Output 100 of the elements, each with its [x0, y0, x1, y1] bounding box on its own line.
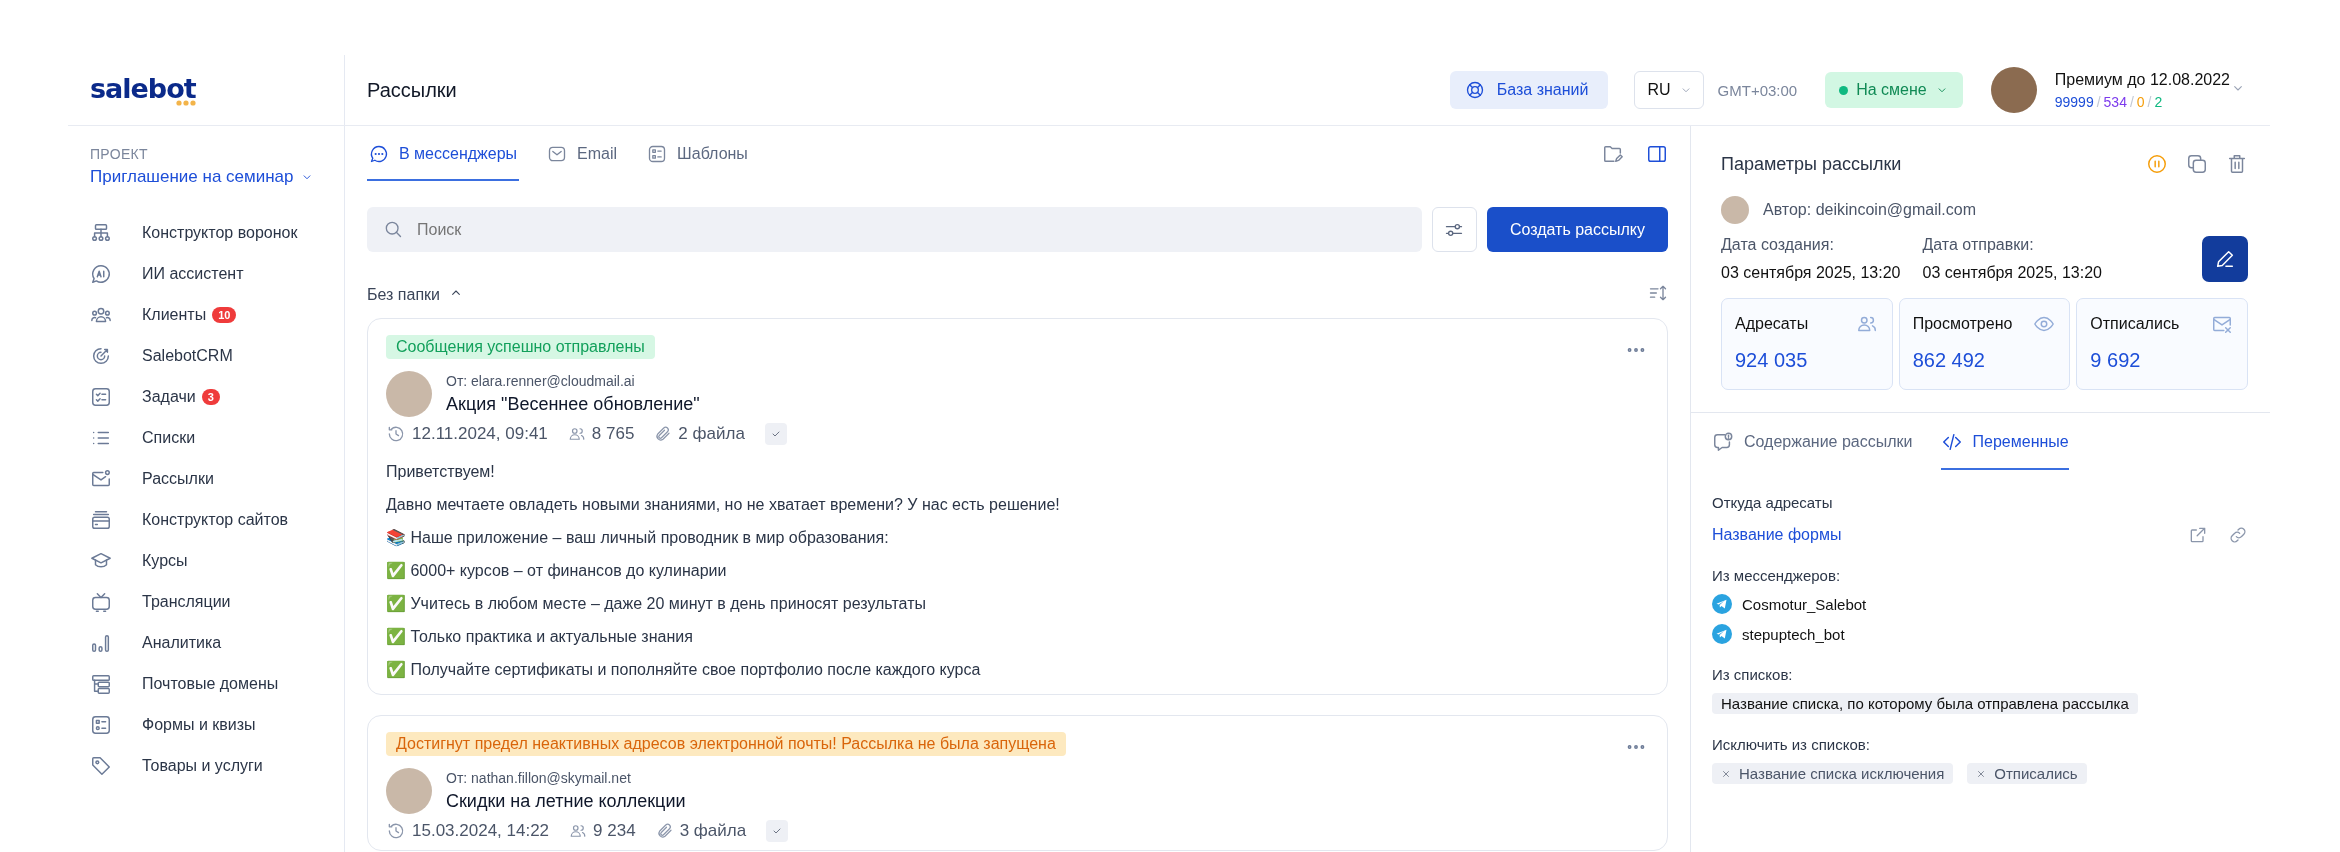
- exclusion-tag: Название списка исключения: [1712, 763, 1954, 784]
- avatar[interactable]: [1990, 67, 2037, 113]
- pause-icon[interactable]: [2146, 153, 2168, 175]
- message-line: ✅ Только практика и актуальные знания: [386, 626, 694, 647]
- sidebar-item[interactable]: Конструктор воронок: [90, 212, 344, 253]
- exclusion-tag: Отписались: [1967, 763, 2087, 784]
- campaign-title[interactable]: Скидки на летние коллекции: [446, 791, 686, 812]
- tab[interactable]: Шаблоны: [645, 126, 750, 181]
- copy-icon[interactable]: [2186, 153, 2208, 175]
- campaign-title[interactable]: Акция "Весеннее обновление": [446, 394, 700, 415]
- stat-label: Просмотрено: [1912, 315, 2013, 333]
- timezone-label: GMT+03:00: [1717, 81, 1798, 99]
- logo[interactable]: salebot: [90, 74, 196, 102]
- check-button[interactable]: [764, 423, 787, 445]
- close-icon[interactable]: [1976, 768, 1987, 779]
- paper-plane-icon: [1712, 624, 1732, 644]
- tab[interactable]: Содержание рассылки: [1712, 413, 1913, 470]
- sidebar-item[interactable]: Клиенты 10: [90, 294, 344, 335]
- sidebar-item[interactable]: SalebotCRM: [90, 335, 344, 376]
- create-campaign-button[interactable]: Создать рассылку: [1486, 207, 1668, 252]
- separator: /: [2129, 93, 2134, 110]
- section-label: Из списков:: [1712, 666, 1794, 683]
- ai-chat-icon: [90, 262, 112, 285]
- people-icon: [567, 425, 586, 443]
- sidebar-item[interactable]: Почтовые домены: [90, 663, 344, 704]
- tab[interactable]: Email: [545, 126, 620, 181]
- paperclip-icon: [654, 425, 673, 443]
- count-badge: 10: [212, 306, 237, 323]
- stat-label: Адресаты: [1735, 315, 1809, 333]
- sidebar-item[interactable]: Списки: [90, 417, 344, 458]
- project-selector[interactable]: Приглашение на семинар: [90, 166, 322, 188]
- chat-alert-icon: [1712, 430, 1734, 453]
- page-title: Рассылки: [367, 78, 458, 102]
- paperclip-icon: [655, 822, 674, 840]
- author-email: Автор: deikincoin@gmail.com: [1763, 201, 1976, 219]
- tab[interactable]: В мессенджеры: [367, 126, 520, 181]
- sidebar-item[interactable]: ИИ ассистент: [90, 253, 344, 294]
- message-line: ✅ 6000+ курсов – от финансов до кулинарии: [386, 560, 728, 581]
- message-line: 📚 Наше приложение – ваш личный проводник в мир образования:: [386, 528, 890, 548]
- sidebar-item[interactable]: Формы и квизы: [90, 704, 344, 745]
- sort-icon[interactable]: [1648, 283, 1668, 303]
- status-badge: Достигнут предел неактивных адресов электронной почты! Рассылка не была запущена: [386, 732, 1066, 756]
- stat-value: 924 035: [1735, 349, 1809, 372]
- sidebar-item[interactable]: Конструктор сайтов: [90, 499, 344, 540]
- message-line: Давно мечтаете овладеть новыми знаниями, но не хватает времени? У нас есть решение!: [386, 495, 1061, 515]
- message-line: ✅ Получайте сертификаты и пополняйте свое портфолио после каждого курса: [386, 659, 982, 680]
- message-line: ✅ Учитесь в любом месте – даже 20 минут в день приносят результаты: [386, 593, 927, 614]
- template-icon: [647, 143, 668, 164]
- project-label: ПРОЕКТ: [90, 146, 149, 162]
- language-select[interactable]: RU: [1634, 71, 1704, 109]
- browser-window-icon: [90, 508, 112, 531]
- sidebar-item[interactable]: Аналитика: [90, 622, 344, 663]
- clock-history-icon: [386, 821, 406, 841]
- sender-email: От: elara.renner@cloudmail.ai: [446, 373, 636, 389]
- section-label: Исключить из списков:: [1712, 736, 1871, 753]
- sent-label: Дата отправки:: [1922, 236, 2035, 254]
- status-dot-icon: [1839, 85, 1849, 95]
- dots-icon: [175, 99, 196, 106]
- list-tag: Название списка, по которому была отправлена рассылка: [1712, 693, 2138, 714]
- knowledge-base-button[interactable]: База знаний: [1449, 71, 1609, 109]
- form-link[interactable]: Название формы: [1712, 526, 1842, 544]
- plan-label: Премиум до 12.08.2022: [2054, 70, 2230, 89]
- message-line: Приветствуем!: [386, 462, 496, 482]
- people-icon: [569, 822, 588, 840]
- link-icon[interactable]: [2228, 525, 2248, 545]
- count-badge: 3: [201, 388, 220, 405]
- check-button[interactable]: [766, 820, 789, 842]
- file-count: 3 файла: [679, 821, 747, 841]
- sidebar-item[interactable]: Курсы: [90, 540, 344, 581]
- bot-name: Cosmotur_Salebot: [1742, 595, 1867, 613]
- filter-button[interactable]: [1431, 207, 1477, 252]
- created-date: 03 сентября 2025, 13:20: [1721, 264, 1901, 282]
- paper-plane-icon: [1712, 594, 1732, 614]
- server-icon: [90, 672, 112, 695]
- avatar: [386, 768, 432, 814]
- clock-history-icon: [386, 424, 406, 444]
- counter: 534: [2103, 93, 2127, 110]
- sidebar-item[interactable]: Задачи 3: [90, 376, 344, 417]
- status-select[interactable]: На смене: [1825, 72, 1963, 108]
- status-badge: Сообщения успешно отправлены: [386, 335, 655, 359]
- external-link-icon[interactable]: [2188, 525, 2208, 545]
- lifebuoy-icon: [1464, 80, 1485, 100]
- tab[interactable]: Переменные: [1940, 413, 2069, 470]
- pencil-icon: [2214, 248, 2236, 270]
- folder-toggle[interactable]: Без папки: [367, 285, 464, 305]
- close-icon[interactable]: [1721, 768, 1731, 779]
- counter: 2: [2154, 93, 2163, 110]
- search-field[interactable]: Поиск: [367, 207, 1422, 252]
- sidebar-item[interactable]: Трансляции: [90, 581, 344, 622]
- trash-icon[interactable]: [2226, 153, 2248, 175]
- sidebar-item[interactable]: Товары и услуги: [90, 745, 344, 786]
- sent-date: 03 сентября 2025, 13:20: [1922, 264, 2102, 282]
- tv-icon: [90, 590, 112, 613]
- chat-bubble-icon: [369, 143, 389, 164]
- recipient-count: 9 234: [593, 821, 636, 841]
- counter: 0: [2136, 93, 2145, 110]
- separator: /: [2096, 93, 2101, 110]
- sidebar-item[interactable]: Рассылки: [90, 458, 344, 499]
- edit-button[interactable]: [2202, 236, 2248, 282]
- form-icon: [90, 713, 112, 736]
